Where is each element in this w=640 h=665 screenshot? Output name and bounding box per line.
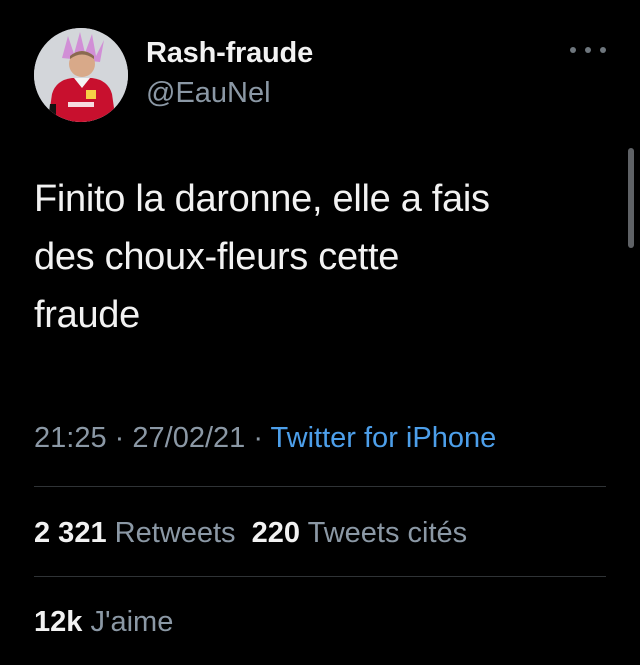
tweet-text-line: des choux-fleurs cette [34, 236, 400, 278]
user-names: Rash-fraude @EauNel [146, 36, 313, 112]
likes-label: J'aime [90, 606, 174, 638]
tweet-header: Rash-fraude @EauNel [34, 28, 614, 124]
tweet-text-line: Finito la daronne, elle a fais [34, 178, 490, 220]
divider [34, 486, 606, 487]
display-name[interactable]: Rash-fraude [146, 36, 313, 70]
tweet-date[interactable]: 27/02/21 [132, 422, 245, 454]
meta-separator: · [114, 422, 125, 454]
divider [34, 576, 606, 577]
tweet-meta: 21:25 · 27/02/21 · Twitter for iPhone [34, 418, 496, 458]
retweets-count: 2 321 [34, 517, 107, 549]
more-dot [600, 47, 606, 53]
avatar-image [34, 28, 128, 122]
quotes-label: Tweets cités [307, 517, 468, 549]
share-stats: 2 321 Retweets 220 Tweets cités [34, 513, 467, 553]
quotes-stat[interactable]: 220 Tweets cités [252, 517, 468, 549]
tweet-source-link[interactable]: Twitter for iPhone [271, 422, 497, 454]
more-dot [570, 47, 576, 53]
more-dot [585, 47, 591, 53]
likes-stats: 12k J'aime [34, 602, 173, 642]
retweets-stat[interactable]: 2 321 Retweets [34, 517, 236, 549]
likes-stat[interactable]: 12k J'aime [34, 606, 173, 638]
tweet-text: Finito la daronne, elle a fais des choux… [34, 170, 609, 344]
scrollbar[interactable] [628, 148, 634, 248]
meta-separator: · [253, 422, 263, 454]
likes-count: 12k [34, 606, 83, 638]
tweet-time[interactable]: 21:25 [34, 422, 107, 454]
more-options-icon[interactable] [570, 40, 606, 60]
quotes-count: 220 [251, 517, 301, 549]
user-handle[interactable]: @EauNel [146, 74, 313, 112]
avatar[interactable] [34, 28, 128, 122]
retweets-label: Retweets [114, 517, 236, 549]
tweet-text-line: fraude [34, 294, 140, 336]
